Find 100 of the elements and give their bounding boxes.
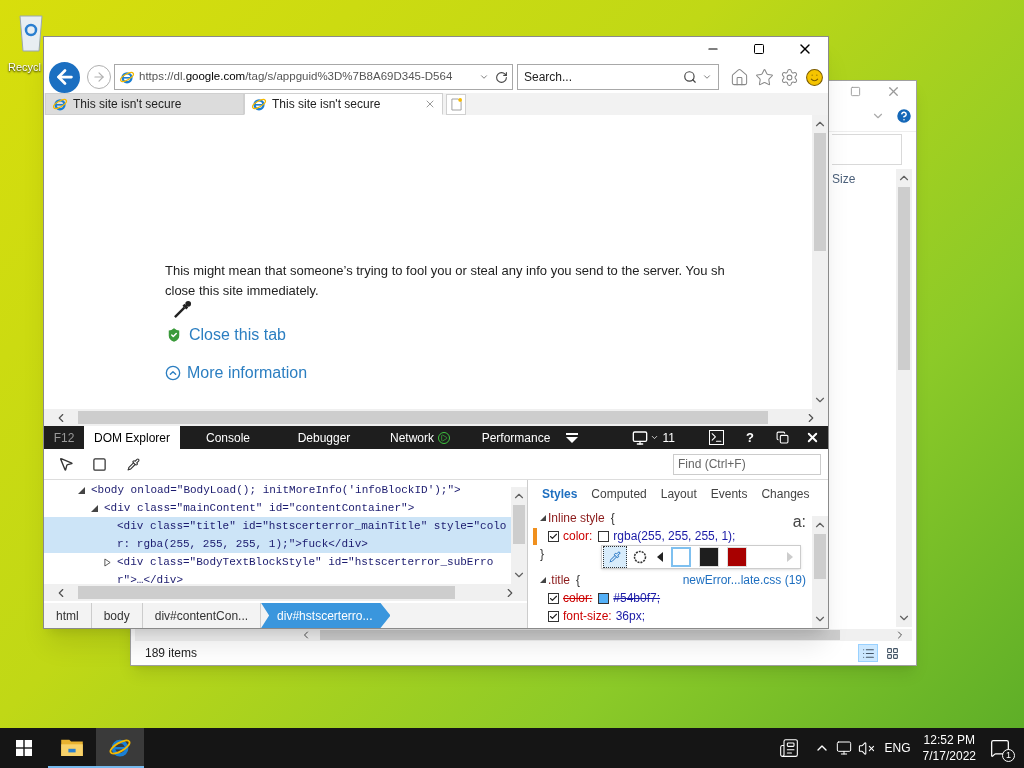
close-tab-icon[interactable] [424,98,436,110]
column-header[interactable]: Size [828,167,896,191]
browser-taskbar-button[interactable] [96,728,144,768]
devtools-tab[interactable]: DOM Explorer [84,426,180,449]
scroll-thumb[interactable] [898,187,910,371]
dom-node[interactable]: <div class="title" id="hstscerterror_mainTitle" style="color: rgba(255, 255, 255, 1);">fuck</div> [44,517,511,553]
settings-icon[interactable] [780,67,799,87]
browser-tab[interactable]: This site isn't secure [45,93,244,115]
source-link[interactable]: newError...late.css (19) [682,571,806,589]
help-icon[interactable] [895,107,913,125]
scrollbar[interactable] [44,584,527,601]
more-tabs-icon[interactable] [566,432,578,443]
close-icon[interactable] [805,430,820,445]
scroll-thumb[interactable] [814,133,826,251]
clock[interactable]: 12:52 PM 7/17/2022 [922,732,976,764]
scrollbar[interactable] [511,487,527,584]
rule-selector: Inline style [548,510,605,527]
address-field[interactable]: https://dl.google.com/tag/s/appguid%3D%7B8A69D345-D564 [114,64,513,90]
expanded-arrow-icon[interactable] [540,515,546,521]
scroll-thumb[interactable] [78,586,455,599]
select-element-icon[interactable] [58,456,74,472]
rule-selector: .title [548,572,570,589]
styles-tab[interactable]: Changes [761,485,810,503]
dom-node[interactable]: <div class="mainContent" id="contentContainer"> [44,499,511,517]
collapsed-arrow-icon[interactable] [104,557,111,567]
scrollbar[interactable] [44,409,828,426]
smiley-icon[interactable] [805,67,824,87]
maximize-icon [850,85,861,97]
news-icon[interactable] [777,738,800,758]
scroll-thumb[interactable] [513,505,525,544]
previous-icon[interactable] [657,552,663,562]
expand-circle-icon[interactable] [165,365,181,381]
highlight-box-icon[interactable] [92,456,107,472]
help-button[interactable]: ? [746,427,754,448]
color-swatch[interactable] [598,592,610,604]
styles-tab[interactable]: Styles [542,485,578,503]
details-view-button[interactable] [858,644,878,662]
devtools-tab[interactable]: Network [372,426,468,449]
volume-muted-icon[interactable] [857,739,875,757]
home-icon[interactable] [730,67,749,87]
css-property[interactable]: color: [563,589,593,607]
checkbox[interactable] [548,592,559,604]
scrollbar[interactable] [896,169,912,627]
scroll-thumb[interactable] [78,411,768,424]
find-field[interactable]: Find (Ctrl+F) [673,453,821,475]
network-icon[interactable] [835,740,852,756]
styles-tab[interactable]: Events [710,485,748,503]
refresh-icon[interactable] [495,70,508,84]
dom-node[interactable]: <div class="BodyTextBlockStyle" id="hstscerterror_subError">…</div> [44,553,511,584]
page-link[interactable]: Close this tab [189,323,286,347]
brace-text: { [610,510,615,527]
emulation-icon[interactable] [631,429,648,446]
search-field[interactable]: Search... [517,64,719,90]
scroll-thumb[interactable] [814,534,826,579]
expanded-arrow-icon[interactable] [91,504,98,512]
css-property[interactable]: color: [563,527,593,545]
eyedropper-icon[interactable] [127,457,140,471]
scrollbar[interactable] [135,629,912,641]
dropdown-icon[interactable] [649,433,659,442]
scrollbar[interactable] [812,516,828,628]
eyedropper-button[interactable] [603,546,627,568]
expanded-arrow-icon[interactable] [540,577,546,583]
shield-check-icon [165,326,183,344]
breadcrumb-item[interactable]: html [44,603,92,628]
expanded-arrow-icon[interactable] [78,486,85,494]
search-field[interactable] [832,134,902,165]
css-value[interactable]: 36px; [615,607,646,625]
checkbox[interactable] [548,530,559,542]
circle-icon[interactable] [633,550,647,564]
language-indicator[interactable]: ENG [884,739,911,757]
checkbox[interactable] [548,610,559,622]
breadcrumb-item[interactable]: div#contentCon... [142,603,262,628]
status-text: 189 items [145,645,198,662]
undock-icon[interactable] [776,431,789,444]
css-property[interactable]: font-size: [563,607,612,625]
page-link[interactable]: More information [187,361,308,385]
scroll-thumb[interactable] [320,630,840,640]
page-text-line: This might mean that someone’s trying to fool you or steal any info you send to the server. You sh [165,262,726,280]
pseudo-class-toggle[interactable]: a: [792,510,806,534]
tab-icon [52,96,68,112]
breadcrumb-item[interactable]: body [91,603,143,628]
devtools-tab[interactable]: Performance [468,426,564,449]
favorites-star-icon[interactable] [755,67,774,87]
document-mode-text[interactable]: 11 [662,428,676,447]
devtools-tab[interactable]: Console [180,426,276,449]
css-value[interactable]: #54b0f7; [613,589,661,607]
color-swatch[interactable] [598,530,610,542]
devtools-tab[interactable]: Debugger [276,426,372,449]
search-icon[interactable] [683,70,697,84]
styles-tab[interactable]: Layout [660,485,697,503]
recycle-bin-icon[interactable] [18,12,44,52]
browser-tab[interactable]: This site isn't secure [244,93,443,115]
css-value[interactable]: rgba(255, 255, 255, 1); [613,527,736,545]
console-icon[interactable] [709,430,725,445]
notification-count: 1 [1002,749,1015,762]
dom-node[interactable]: <body onload="BodyLoad(); initMoreInfo('infoBlockID');"> [44,481,511,499]
color-swatch[interactable] [671,547,691,567]
check-icon [549,531,558,541]
styles-tab[interactable]: Computed [591,485,647,503]
brace-text: { [576,572,581,589]
